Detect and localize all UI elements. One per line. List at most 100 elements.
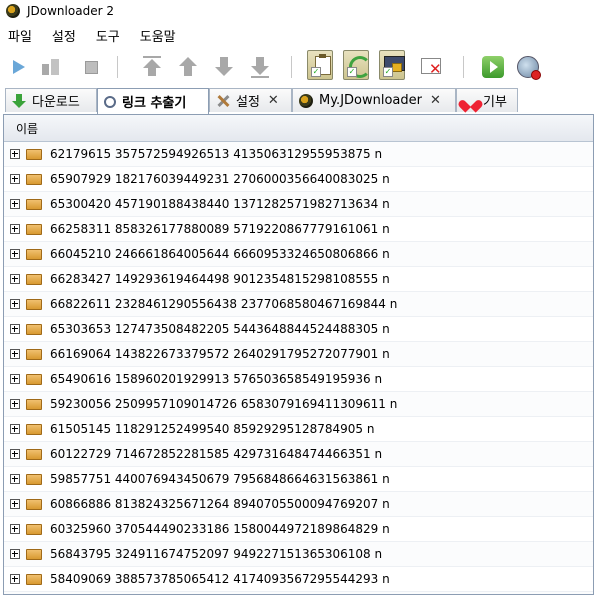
table-row[interactable]: 60122729 714672852281585 429731648474466… [4, 442, 593, 467]
table-row[interactable]: 66045210 246661864005644 666095332465080… [4, 242, 593, 267]
silent-mode-button[interactable]: ✕ [418, 54, 444, 80]
package-icon [26, 523, 42, 535]
table-row[interactable]: 66169064 143822673379572 264029179527207… [4, 342, 593, 367]
move-up-button[interactable] [175, 54, 201, 80]
jdownloader-icon [299, 93, 313, 108]
package-icon [26, 548, 42, 560]
column-header-label: 이름 [16, 121, 39, 136]
package-name: 66045210 246661864005644 666095332465080… [50, 247, 390, 261]
expand-icon[interactable] [10, 574, 20, 584]
stop-icon [84, 60, 98, 74]
update-icon [482, 56, 504, 78]
tab-downloads[interactable]: 다운로드 [5, 88, 97, 112]
table-row[interactable]: 60866886 813824325671264 894070550009476… [4, 492, 593, 517]
package-name: 65300420 457190188438440 137128257198271… [50, 197, 390, 211]
expand-icon[interactable] [10, 149, 20, 159]
arrow-up-icon [178, 56, 198, 78]
move-down-button[interactable] [211, 54, 237, 80]
package-icon [26, 373, 42, 385]
tab-linkgrabber[interactable]: 링크 추출기 [97, 88, 209, 114]
close-icon[interactable]: ✕ [268, 93, 279, 108]
toolbar: ✓ ✓ ✓ ✕ [0, 48, 594, 86]
menu-file[interactable]: 파일 [8, 26, 32, 45]
tab-label: 설정 [236, 95, 260, 110]
refresh-icon: ✓ [343, 50, 371, 80]
move-to-bottom-button[interactable] [247, 54, 273, 80]
expand-icon[interactable] [10, 474, 20, 484]
expand-icon[interactable] [10, 449, 20, 459]
menu-settings[interactable]: 설정 [52, 26, 76, 45]
tab-settings[interactable]: 설정 ✕ [209, 88, 292, 112]
package-name: 66822611 2328461290556438 23770685804671… [50, 297, 398, 311]
premium-toggle[interactable]: ✓ [379, 50, 405, 80]
expand-icon[interactable] [10, 524, 20, 534]
tab-donate[interactable]: 기부 [456, 88, 518, 112]
package-icon [26, 498, 42, 510]
tools-icon [216, 94, 230, 108]
package-name: 66283427 149293619464498 901235481529810… [50, 272, 390, 286]
table-row[interactable]: 62179615 357572594926513 413506312955953… [4, 142, 593, 167]
table-row[interactable]: 65490616 158960201929913 576503658549195… [4, 367, 593, 392]
table-row[interactable]: 56843795 324911674752097 949227151365306… [4, 542, 593, 567]
package-name: 65907929 182176039449231 270600035664008… [50, 172, 390, 186]
package-name: 58409069 388573785065412 417409356729554… [50, 572, 390, 586]
table-row[interactable]: 66258311 858326177880089 571922086777916… [4, 217, 593, 242]
expand-icon[interactable] [10, 374, 20, 384]
package-icon [26, 423, 42, 435]
package-icon [26, 573, 42, 585]
expand-icon[interactable] [10, 349, 20, 359]
expand-icon[interactable] [10, 274, 20, 284]
locked-monitor-icon: ✓ [379, 50, 405, 80]
package-name: 60325960 370544490233186 158004497218986… [50, 522, 390, 536]
package-name: 59857751 440076943450679 795684866463156… [50, 472, 390, 486]
start-downloads-button[interactable] [6, 54, 32, 80]
auto-reconnect-toggle[interactable]: ✓ [343, 50, 371, 80]
close-icon[interactable]: ✕ [430, 93, 441, 108]
package-icon [26, 148, 42, 160]
expand-icon[interactable] [10, 324, 20, 334]
expand-icon[interactable] [10, 224, 20, 234]
stop-downloads-button[interactable] [78, 54, 104, 80]
menu-help[interactable]: 도움말 [140, 26, 176, 45]
clipboard-icon: ✓ [307, 50, 333, 80]
table-row[interactable]: 66822611 2328461290556438 23770685804671… [4, 292, 593, 317]
tab-label: 기부 [483, 95, 507, 110]
arrow-down-icon [214, 56, 234, 78]
package-icon [26, 223, 42, 235]
toolbar-separator [463, 56, 464, 78]
heart-icon [463, 94, 477, 108]
expand-icon[interactable] [10, 424, 20, 434]
update-button[interactable] [480, 54, 506, 80]
expand-icon[interactable] [10, 299, 20, 309]
column-header-name[interactable]: 이름 [4, 115, 593, 142]
table-row[interactable]: 59230056 2509957109014726 65830791694113… [4, 392, 593, 417]
menu-tools[interactable]: 도구 [96, 26, 120, 45]
package-list: 62179615 357572594926513 413506312955953… [4, 142, 593, 594]
table-row[interactable]: 58409069 388573785065412 417409356729554… [4, 567, 593, 592]
expand-icon[interactable] [10, 199, 20, 209]
table-row[interactable]: 59857751 440076943450679 795684866463156… [4, 467, 593, 492]
package-icon [26, 398, 42, 410]
table-row[interactable]: 61505145 118291252499540 859292951287849… [4, 417, 593, 442]
pause-downloads-button[interactable] [38, 54, 64, 80]
table-row[interactable]: 65303653 127473508482205 544364884452448… [4, 317, 593, 342]
expand-icon[interactable] [10, 174, 20, 184]
expand-icon[interactable] [10, 549, 20, 559]
jdownloader-app-icon [6, 4, 20, 18]
expand-icon[interactable] [10, 499, 20, 509]
reconnect-button[interactable] [515, 54, 541, 80]
move-to-top-button[interactable] [139, 54, 165, 80]
tab-myjdownloader[interactable]: My.JDownloader ✕ [292, 88, 456, 112]
window-close-icon: ✕ [419, 55, 443, 79]
expand-icon[interactable] [10, 249, 20, 259]
expand-icon[interactable] [10, 399, 20, 409]
toolbar-separator [117, 56, 118, 78]
globe-icon [517, 56, 541, 80]
table-row[interactable]: 65300420 457190188438440 137128257198271… [4, 192, 593, 217]
table-row[interactable]: 65907929 182176039449231 270600035664008… [4, 167, 593, 192]
clipboard-monitor-toggle[interactable]: ✓ [307, 50, 333, 80]
package-name: 62179615 357572594926513 413506312955953… [50, 147, 383, 161]
table-row[interactable]: 66283427 149293619464498 901235481529810… [4, 267, 593, 292]
package-name: 60122729 714672852281585 429731648474466… [50, 447, 383, 461]
table-row[interactable]: 60325960 370544490233186 158004497218986… [4, 517, 593, 542]
